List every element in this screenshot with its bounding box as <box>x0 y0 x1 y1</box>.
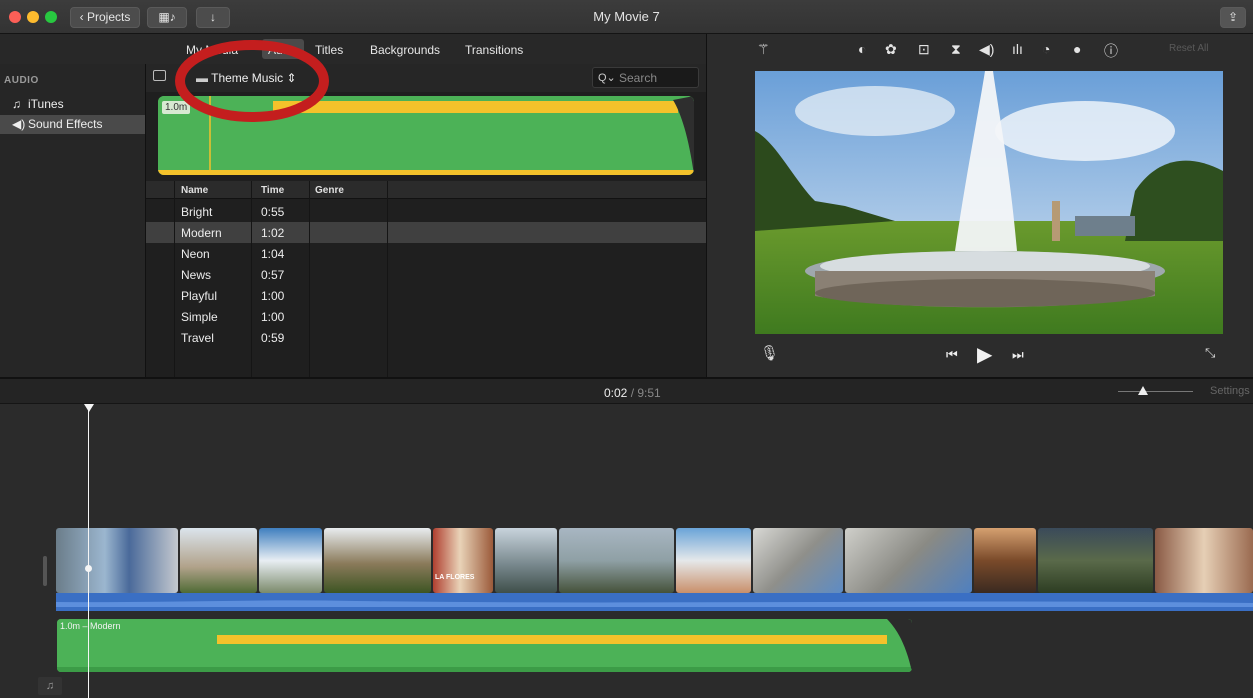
column-header-time[interactable]: Time <box>261 185 284 196</box>
background-music-clip[interactable]: 1.0m – Modern <box>57 619 912 672</box>
music-clip-label: 1.0m – Modern <box>60 621 121 631</box>
song-time: 1:00 <box>261 289 285 303</box>
sidebar-item-label: iTunes <box>28 97 64 111</box>
music-waveform <box>57 619 912 672</box>
search-field[interactable]: Q⌄ Search <box>592 67 699 88</box>
column-divider <box>309 181 310 377</box>
video-clip[interactable]: LA FLORES <box>433 528 493 593</box>
song-time: 0:59 <box>261 331 285 345</box>
current-time: 0:02 <box>604 386 628 400</box>
list-item[interactable]: News 0:57 <box>146 264 706 285</box>
song-time: 0:55 <box>261 205 285 219</box>
timecode-display: 0:02 / 9:51 <box>604 386 661 400</box>
play-button[interactable]: ▶ <box>977 342 992 367</box>
song-time: 1:04 <box>261 247 285 261</box>
song-name: Neon <box>181 247 210 261</box>
song-name: News <box>181 268 212 282</box>
total-time: 9:51 <box>637 386 661 400</box>
list-header <box>146 181 706 199</box>
video-audio-waveform <box>56 600 1253 607</box>
song-name: Playful <box>181 289 218 303</box>
sidebar-item-label: Sound Effects <box>28 117 103 131</box>
speaker-icon: ◀) <box>12 117 26 131</box>
column-header-genre[interactable]: Genre <box>315 185 344 196</box>
share-button[interactable]: ⇪ <box>1220 7 1246 28</box>
column-divider <box>387 181 388 377</box>
microphone-icon[interactable]: 🎙︎ <box>760 344 779 362</box>
sidebar-toggle-icon[interactable] <box>153 70 166 81</box>
song-name: Travel <box>181 331 214 345</box>
video-clip[interactable] <box>845 528 972 593</box>
song-name: Bright <box>181 205 213 219</box>
video-preview <box>755 71 1223 334</box>
zoom-slider-track[interactable] <box>1118 391 1193 392</box>
timecode-separator: / <box>627 386 638 400</box>
sidebar-item-sound-effects[interactable]: ◀) Sound Effects <box>0 115 145 134</box>
song-name: Simple <box>181 310 218 324</box>
video-clip-track: LA FLORES <box>56 528 1253 593</box>
video-clip[interactable] <box>495 528 557 593</box>
skip-forward-icon[interactable]: ⏭ <box>1012 347 1024 363</box>
video-clip[interactable] <box>676 528 751 593</box>
clip-title-text: LA FLORES <box>435 574 475 581</box>
reset-all-button[interactable]: Reset All <box>1169 43 1208 54</box>
share-icon: ⇪ <box>1227 10 1239 24</box>
noise-reduction-icon[interactable]: ● <box>1073 41 1081 57</box>
list-item[interactable]: Bright 0:55 <box>146 201 706 222</box>
sidebar-item-itunes[interactable]: ♫ iTunes <box>0 95 145 114</box>
video-clip[interactable] <box>559 528 674 593</box>
column-divider <box>251 181 252 377</box>
speed-icon[interactable]: ◔ <box>1042 41 1050 57</box>
song-time: 1:00 <box>261 310 285 324</box>
settings-button[interactable]: Settings <box>1210 385 1250 397</box>
sidebar-header: AUDIO <box>4 75 39 86</box>
zoom-slider-thumb[interactable] <box>1138 386 1148 395</box>
song-time: 0:57 <box>261 268 285 282</box>
video-clip[interactable] <box>1038 528 1153 593</box>
video-clip[interactable] <box>56 528 178 593</box>
color-balance-icon[interactable]: ◐ <box>858 41 866 57</box>
magic-wand-icon[interactable]: ⚚ <box>757 41 770 58</box>
list-item[interactable]: Neon 1:04 <box>146 243 706 264</box>
list-item[interactable]: Travel 0:59 <box>146 327 706 348</box>
skimmer-dot <box>85 565 92 572</box>
video-clip[interactable] <box>1155 528 1253 593</box>
info-icon[interactable]: ⓘ <box>1104 41 1118 61</box>
skip-back-icon[interactable]: ⏮ <box>946 347 958 363</box>
stabilization-icon[interactable]: ⧗ <box>951 41 961 58</box>
timeline-left-handle[interactable] <box>43 556 47 586</box>
crop-icon[interactable]: ⊡ <box>918 41 930 58</box>
search-placeholder: Search <box>619 71 658 85</box>
fullscreen-icon[interactable]: ⤡ <box>1205 345 1215 361</box>
window-title: My Movie 7 <box>593 9 660 24</box>
list-item-selected[interactable]: Modern 1:02 <box>146 222 706 243</box>
video-clip-audio <box>56 593 1253 611</box>
color-palette-icon[interactable]: ✿ <box>885 41 897 58</box>
video-clip[interactable] <box>259 528 322 593</box>
video-clip[interactable] <box>974 528 1036 593</box>
video-clip[interactable] <box>324 528 431 593</box>
music-note-icon: ♫ <box>12 97 21 111</box>
column-divider <box>174 181 175 377</box>
preview-frame-image <box>755 71 1223 334</box>
list-item[interactable]: Playful 1:00 <box>146 285 706 306</box>
playhead[interactable] <box>88 404 89 698</box>
annotation-circle <box>175 40 329 122</box>
volume-icon[interactable]: ◀) <box>979 41 994 58</box>
search-icon: Q⌄ <box>598 72 616 84</box>
tab-transitions[interactable]: Transitions <box>465 43 523 57</box>
song-name: Modern <box>181 226 222 240</box>
tab-backgrounds[interactable]: Backgrounds <box>370 43 440 57</box>
browser-tab-bar <box>0 34 706 64</box>
equalizer-icon[interactable]: ılı <box>1012 41 1023 57</box>
video-clip[interactable] <box>753 528 843 593</box>
column-header-name[interactable]: Name <box>181 185 208 196</box>
song-time: 1:02 <box>261 226 285 240</box>
video-clip[interactable] <box>180 528 257 593</box>
playhead-handle[interactable] <box>84 404 94 412</box>
list-item[interactable]: Simple 1:00 <box>146 306 706 327</box>
music-well-icon: ♫ <box>38 677 62 695</box>
